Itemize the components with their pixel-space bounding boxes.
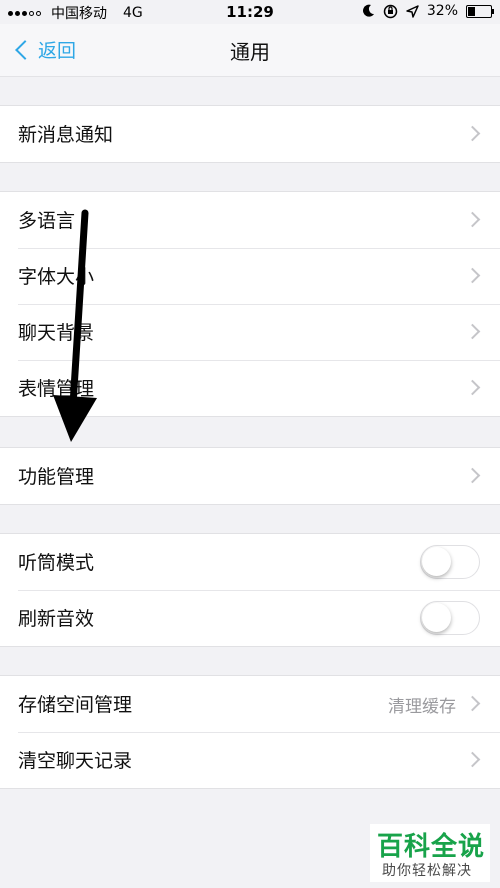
location-arrow-icon <box>406 4 419 18</box>
row-label: 聊天背景 <box>18 322 95 344</box>
status-bar: 中国移动 4G 11:29 32% <box>0 0 500 24</box>
row-label: 存储空间管理 <box>18 694 133 716</box>
row-label: 表情管理 <box>18 378 95 400</box>
settings-group-display: 多语言 字体大小 聊天背景 表情管理 <box>0 191 500 417</box>
row-label: 刷新音效 <box>18 608 95 630</box>
row-label: 清空聊天记录 <box>18 750 133 772</box>
chevron-right-icon <box>464 125 481 142</box>
watermark-logo: 百科全说 助你轻松解决 <box>370 824 490 882</box>
row-label: 新消息通知 <box>18 124 114 146</box>
row-font-size[interactable]: 字体大小 <box>0 248 500 304</box>
watermark-title: 百科全说 <box>377 832 486 862</box>
battery-icon <box>466 4 494 18</box>
clear-cache-value: 清理缓存 <box>388 697 456 717</box>
row-language[interactable]: 多语言 <box>0 192 500 248</box>
chevron-right-icon <box>464 695 481 712</box>
chevron-right-icon <box>464 267 481 284</box>
row-clear-chat-history[interactable]: 清空聊天记录 <box>0 732 500 788</box>
row-refresh-sound: 刷新音效 <box>0 590 500 646</box>
earpiece-mode-toggle[interactable] <box>420 545 480 579</box>
row-feature-management[interactable]: 功能管理 <box>0 448 500 504</box>
row-sticker-management[interactable]: 表情管理 <box>0 360 500 416</box>
chevron-right-icon <box>464 211 481 228</box>
watermark-subtitle: 助你轻松解决 <box>382 863 472 879</box>
row-chat-background[interactable]: 聊天背景 <box>0 304 500 360</box>
refresh-sound-toggle[interactable] <box>420 601 480 635</box>
chevron-right-icon <box>464 323 481 340</box>
chevron-right-icon <box>464 467 481 484</box>
battery-percent: 32% <box>426 3 458 19</box>
row-label: 字体大小 <box>18 266 95 288</box>
status-right: 32% <box>362 3 494 19</box>
row-storage-management[interactable]: 存储空间管理 清理缓存 <box>0 676 500 732</box>
chevron-right-icon <box>464 751 481 768</box>
settings-group-audio: 听筒模式 刷新音效 <box>0 533 500 647</box>
settings-group-notifications: 新消息通知 <box>0 105 500 163</box>
row-label: 功能管理 <box>18 466 95 488</box>
chevron-right-icon <box>464 379 481 396</box>
row-new-message-notification[interactable]: 新消息通知 <box>0 106 500 162</box>
row-label: 多语言 <box>18 210 76 232</box>
page-title: 通用 <box>230 40 270 64</box>
row-earpiece-mode: 听筒模式 <box>0 534 500 590</box>
settings-group-features: 功能管理 <box>0 447 500 505</box>
settings-group-storage: 存储空间管理 清理缓存 清空聊天记录 <box>0 675 500 789</box>
navigation-bar: 返回 通用 <box>0 24 500 77</box>
orientation-lock-icon <box>383 4 398 18</box>
row-label: 听筒模式 <box>18 552 95 574</box>
moon-icon <box>362 4 374 17</box>
